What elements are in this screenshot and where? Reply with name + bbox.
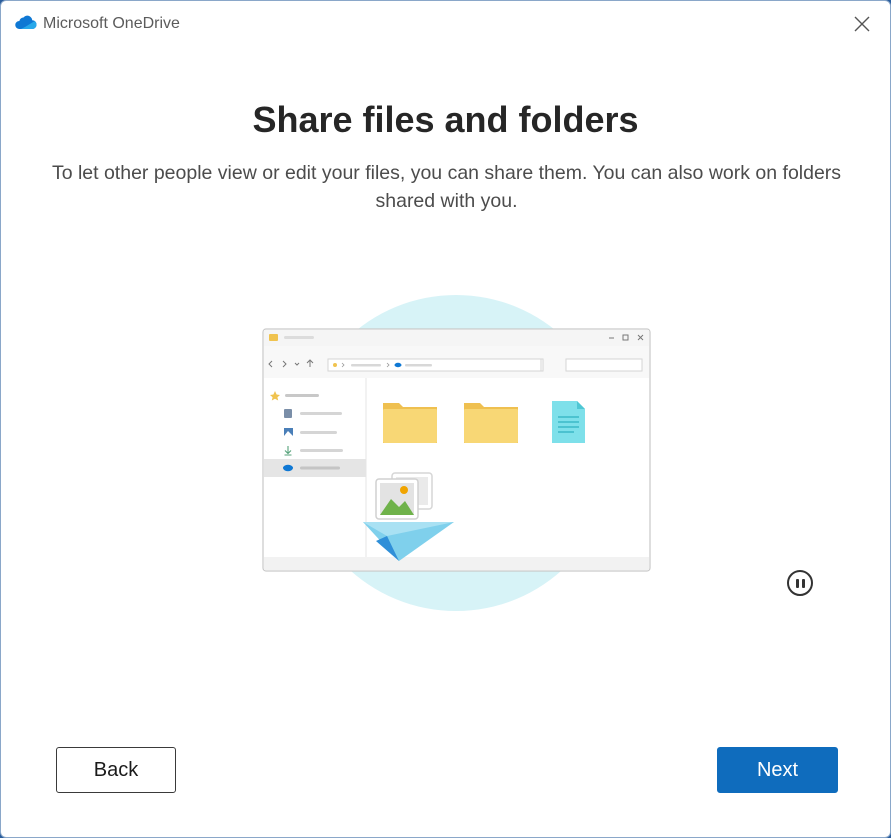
next-button[interactable]: Next xyxy=(717,747,838,793)
onedrive-setup-window: Microsoft OneDrive Share files and folde… xyxy=(0,0,891,838)
explorer-window-graphic xyxy=(262,328,651,572)
close-button[interactable] xyxy=(842,7,882,41)
app-title: Microsoft OneDrive xyxy=(43,15,180,32)
close-icon xyxy=(854,16,870,32)
file-explorer-share-illustration xyxy=(262,295,651,611)
back-button[interactable]: Back xyxy=(56,747,176,793)
title-bar: Microsoft OneDrive xyxy=(1,1,890,47)
onedrive-cloud-icon xyxy=(15,15,37,29)
pause-animation-button[interactable] xyxy=(787,570,813,596)
page-title: Share files and folders xyxy=(252,99,639,140)
pause-icon xyxy=(795,578,799,588)
page-description: To let other people view or edit your fi… xyxy=(51,162,842,212)
